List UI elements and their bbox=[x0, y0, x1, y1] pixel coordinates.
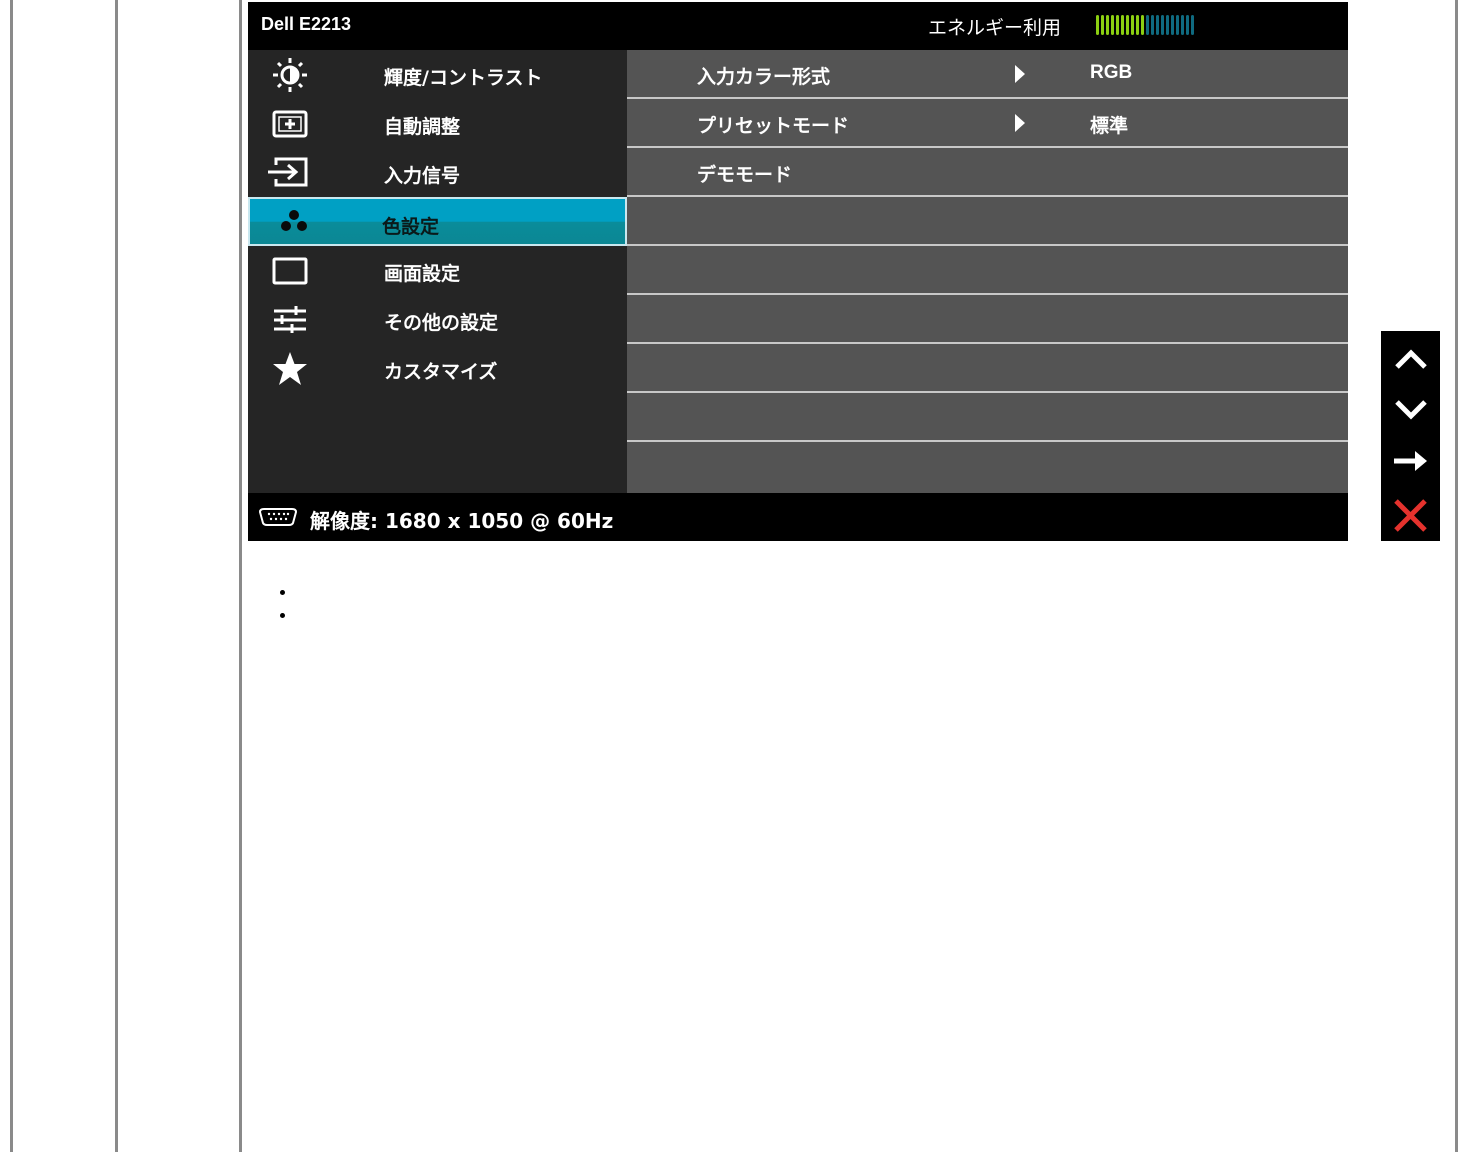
energy-bar bbox=[1116, 15, 1119, 35]
menu-item-label: 入力信号 bbox=[384, 165, 461, 187]
chevron-right-icon bbox=[1015, 114, 1025, 132]
table-divider-1 bbox=[115, 0, 118, 1152]
osd-menu: Dell E2213 エネルギー利用 輝度/コントラスト 自動調整 入力信号 色… bbox=[248, 2, 1348, 541]
energy-bar bbox=[1141, 15, 1144, 35]
menu-item-label: 画面設定 bbox=[384, 263, 461, 285]
close-icon[interactable] bbox=[1381, 489, 1440, 541]
menu-item-label: 自動調整 bbox=[384, 116, 461, 138]
up-arrow-icon[interactable] bbox=[1381, 333, 1440, 385]
energy-bar bbox=[1136, 15, 1139, 35]
right-arrow-icon[interactable] bbox=[1381, 435, 1440, 487]
submenu-row-empty bbox=[627, 344, 1348, 393]
color-settings-icon bbox=[281, 210, 307, 231]
menu-item-auto-adjust[interactable]: 自動調整 bbox=[248, 99, 627, 148]
resolution-text: 解像度: 1680 x 1050 @ 60Hz bbox=[310, 509, 614, 533]
energy-bar bbox=[1161, 15, 1164, 35]
menu-item-other-settings[interactable]: その他の設定 bbox=[248, 295, 627, 344]
submenu-row-empty bbox=[627, 442, 1348, 491]
energy-bar bbox=[1171, 15, 1174, 35]
submenu-row-empty bbox=[627, 393, 1348, 442]
star-icon bbox=[273, 352, 307, 385]
submenu-label: デモモード bbox=[697, 164, 793, 186]
table-divider-2 bbox=[239, 0, 242, 1152]
submenu-label: プリセットモード bbox=[697, 115, 850, 137]
page-border-left bbox=[10, 0, 13, 1152]
main-menu: 輝度/コントラスト 自動調整 入力信号 色設定 画面設定 その他の設定 カスタマ… bbox=[248, 50, 627, 493]
energy-bar bbox=[1176, 15, 1179, 35]
monitor-buttons bbox=[1381, 331, 1440, 541]
submenu-row-empty bbox=[627, 295, 1348, 344]
menu-item-display-settings[interactable]: 画面設定 bbox=[248, 246, 627, 295]
energy-bar bbox=[1101, 15, 1104, 35]
down-arrow-icon[interactable] bbox=[1381, 384, 1440, 436]
vga-connector-icon bbox=[258, 508, 298, 526]
page-border-right bbox=[1455, 0, 1458, 1152]
other-settings-icon bbox=[274, 306, 306, 333]
menu-item-input-source[interactable]: 入力信号 bbox=[248, 148, 627, 197]
submenu-row-empty bbox=[627, 197, 1348, 246]
submenu-value: RGB bbox=[1090, 62, 1133, 83]
bullet-list bbox=[280, 590, 285, 636]
list-bullet bbox=[280, 613, 285, 618]
menu-item-brightness-contrast[interactable]: 輝度/コントラスト bbox=[248, 50, 627, 99]
energy-bar bbox=[1151, 15, 1154, 35]
submenu-value: 標準 bbox=[1090, 116, 1129, 137]
energy-bar bbox=[1111, 15, 1114, 35]
menu-item-label: カスタマイズ bbox=[384, 361, 498, 383]
energy-bar bbox=[1186, 15, 1189, 35]
energy-bar bbox=[1191, 15, 1194, 35]
energy-bar bbox=[1131, 15, 1134, 35]
menu-item-label: 色設定 bbox=[382, 216, 440, 238]
energy-bar bbox=[1146, 15, 1149, 35]
menu-item-customize[interactable]: カスタマイズ bbox=[248, 344, 627, 393]
submenu-row-demo-mode[interactable]: デモモード bbox=[627, 148, 1348, 197]
energy-bar bbox=[1106, 15, 1109, 35]
menu-item-label: 輝度/コントラスト bbox=[384, 67, 543, 89]
energy-bar bbox=[1181, 15, 1184, 35]
energy-bar bbox=[1166, 15, 1169, 35]
energy-label: エネルギー利用 bbox=[928, 17, 1062, 39]
list-bullet bbox=[280, 590, 285, 595]
model-name: Dell E2213 bbox=[261, 14, 352, 34]
brightness-icon bbox=[273, 58, 307, 92]
energy-bar bbox=[1096, 15, 1099, 35]
submenu-row-empty bbox=[627, 246, 1348, 295]
energy-bar bbox=[1121, 15, 1124, 35]
auto-adjust-icon bbox=[272, 110, 308, 138]
submenu-row-input-color-format[interactable]: 入力カラー形式 RGB bbox=[627, 50, 1348, 99]
submenu-label: 入力カラー形式 bbox=[697, 66, 831, 88]
energy-bar bbox=[1126, 15, 1129, 35]
menu-item-color-settings[interactable]: 色設定 bbox=[248, 197, 627, 246]
osd-footer: 解像度: 1680 x 1050 @ 60Hz bbox=[248, 493, 1348, 541]
energy-bar bbox=[1156, 15, 1159, 35]
submenu-row-preset-mode[interactable]: プリセットモード 標準 bbox=[627, 99, 1348, 148]
submenu-panel: 入力カラー形式 RGB プリセットモード 標準 デモモード bbox=[627, 50, 1348, 493]
menu-item-label: その他の設定 bbox=[384, 312, 499, 334]
display-settings-icon bbox=[272, 257, 308, 285]
osd-header: Dell E2213 エネルギー利用 bbox=[248, 2, 1348, 50]
energy-meter bbox=[1096, 15, 1194, 37]
input-source-icon bbox=[268, 157, 308, 187]
chevron-right-icon bbox=[1015, 65, 1025, 83]
